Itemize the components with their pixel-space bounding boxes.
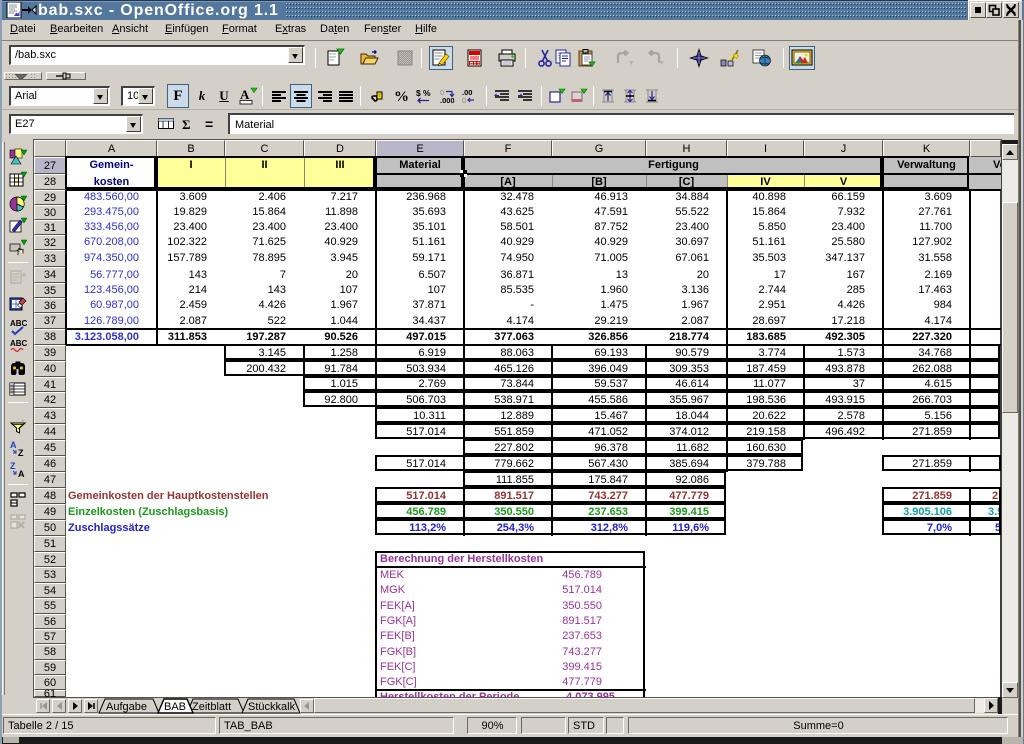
svg-text:ABC: ABC [10, 339, 27, 348]
svg-text:A: A [10, 440, 17, 450]
svg-text:ABC: ABC [10, 319, 27, 328]
svg-text:%: % [423, 88, 431, 98]
svg-text:Zeitblatt: Zeitblatt [192, 701, 231, 713]
svg-text:0: 0 [462, 96, 466, 104]
svg-text:BAB: BAB [164, 701, 186, 713]
svg-text:Z: Z [18, 448, 24, 458]
svg-text:Stückkalk: Stückkalk [248, 701, 296, 713]
svg-text:%: % [394, 89, 409, 104]
svg-text:Aufgabe: Aufgabe [106, 701, 147, 713]
svg-text:$: $ [416, 88, 421, 98]
svg-text:Z: Z [10, 461, 16, 471]
svg-text:A: A [18, 469, 25, 479]
svg-text:A: A [240, 87, 250, 102]
svg-text:.000: .000 [440, 96, 455, 104]
